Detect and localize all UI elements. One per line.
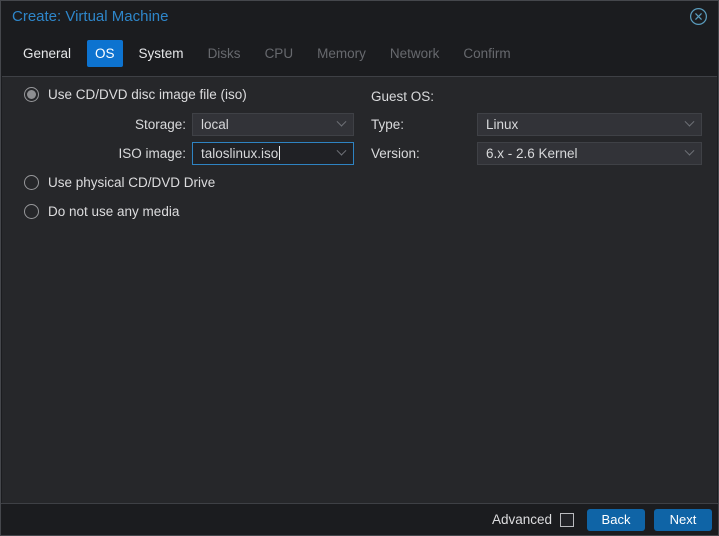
- tab-os[interactable]: OS: [87, 40, 123, 67]
- storage-select[interactable]: local: [192, 113, 354, 136]
- iso-image-value: taloslinux.iso: [201, 146, 281, 161]
- radio-label: Do not use any media: [48, 204, 180, 219]
- wizard-tabbar: General OS System Disks CPU Memory Netwo…: [1, 31, 718, 76]
- os-type-select[interactable]: Linux: [477, 113, 702, 136]
- chevron-down-icon[interactable]: [336, 145, 347, 156]
- tab-confirm: Confirm: [463, 46, 511, 61]
- tab-network: Network: [389, 46, 440, 61]
- radio-label: Use CD/DVD disc image file (iso): [48, 87, 247, 102]
- iso-image-label: ISO image:: [118, 146, 186, 161]
- radio-icon[interactable]: [24, 175, 39, 190]
- tab-system[interactable]: System: [131, 40, 192, 67]
- chevron-down-icon[interactable]: [336, 116, 347, 127]
- os-version-select[interactable]: 6.x - 2.6 Kernel: [477, 142, 702, 165]
- tab-disks: Disks: [207, 46, 241, 61]
- back-button[interactable]: Back: [587, 508, 645, 531]
- dialog-titlebar: Create: Virtual Machine: [1, 1, 718, 31]
- tab-memory: Memory: [317, 46, 366, 61]
- close-icon[interactable]: [688, 6, 708, 26]
- guest-os-heading: Guest OS:: [371, 89, 435, 104]
- next-button[interactable]: Next: [654, 508, 712, 531]
- os-version-value: 6.x - 2.6 Kernel: [486, 146, 578, 161]
- iso-image-input[interactable]: taloslinux.iso: [192, 142, 354, 165]
- storage-value: local: [201, 117, 229, 132]
- dialog-footer: Advanced Back Next: [1, 503, 718, 535]
- os-tab-panel: Use CD/DVD disc image file (iso) Storage…: [2, 76, 717, 505]
- storage-label: Storage:: [134, 117, 186, 132]
- chevron-down-icon[interactable]: [684, 145, 695, 156]
- advanced-checkbox[interactable]: [560, 512, 574, 527]
- version-label: Version:: [371, 146, 420, 161]
- create-vm-dialog: Create: Virtual Machine General OS Syste…: [0, 0, 719, 536]
- radio-option-cd-image[interactable]: Use CD/DVD disc image file (iso): [24, 87, 247, 102]
- radio-icon[interactable]: [24, 204, 39, 219]
- text-caret: [279, 146, 281, 160]
- os-type-value: Linux: [486, 117, 519, 132]
- chevron-down-icon[interactable]: [684, 116, 695, 127]
- tab-cpu: CPU: [264, 46, 294, 61]
- type-label: Type:: [371, 117, 405, 132]
- advanced-label: Advanced: [491, 512, 552, 527]
- radio-option-physical-drive[interactable]: Use physical CD/DVD Drive: [24, 175, 215, 190]
- radio-icon[interactable]: [24, 87, 39, 102]
- radio-label: Use physical CD/DVD Drive: [48, 175, 216, 190]
- dialog-title: Create: Virtual Machine: [12, 7, 169, 25]
- radio-option-no-media[interactable]: Do not use any media: [24, 204, 179, 219]
- tab-general[interactable]: General: [15, 40, 79, 67]
